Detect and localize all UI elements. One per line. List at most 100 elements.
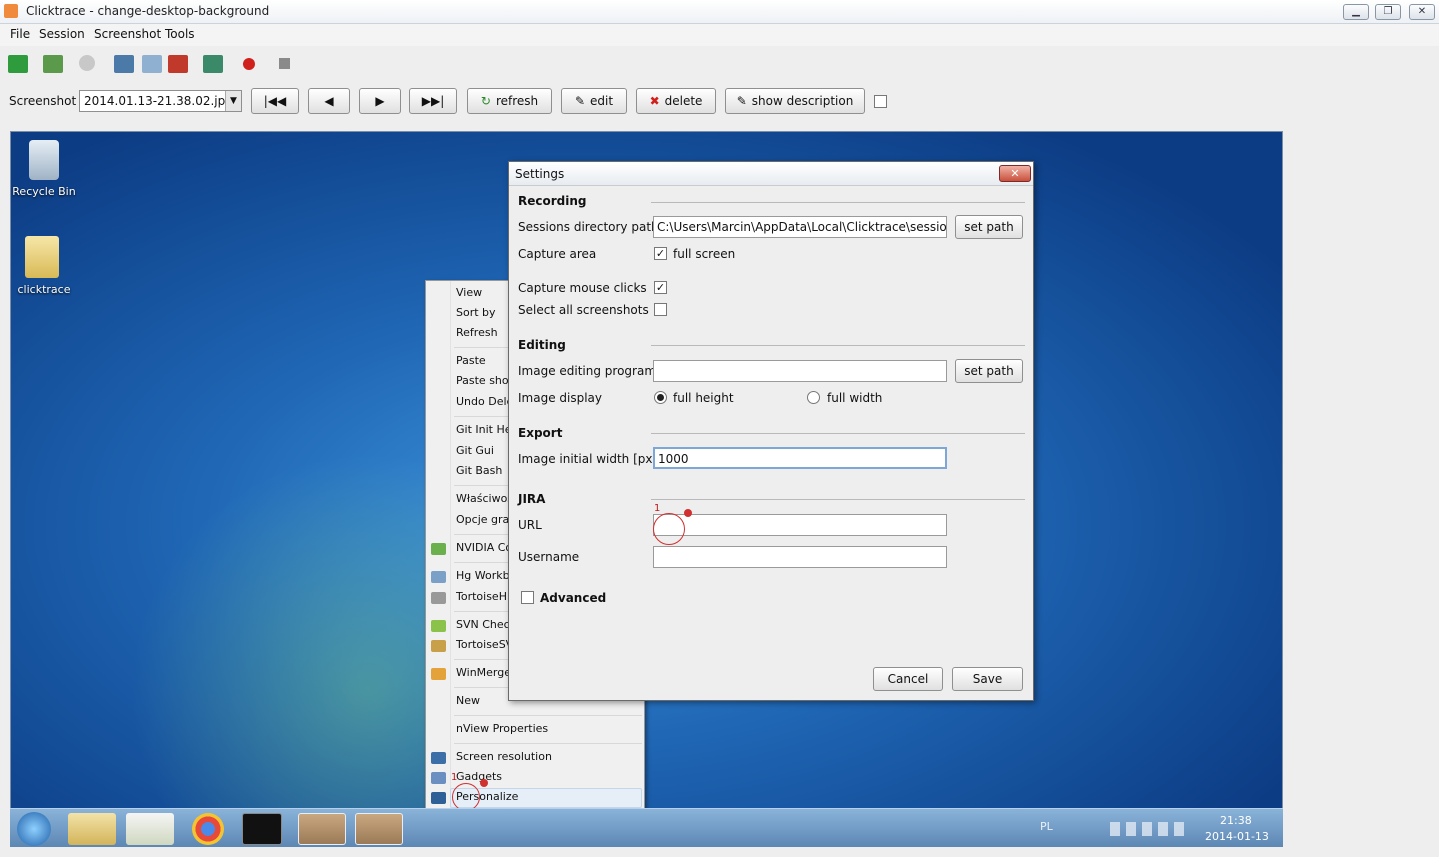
- menu-item[interactable]: Undo Dele: [456, 395, 508, 408]
- search-icon[interactable]: [79, 55, 95, 71]
- menu-item[interactable]: TortoiseSV: [456, 638, 508, 651]
- prev-icon: ◀: [324, 94, 334, 108]
- tortoisesvn-icon: [431, 640, 446, 652]
- menu-item[interactable]: Paste shor: [456, 374, 508, 387]
- mouse-cursor-icon: [480, 779, 488, 787]
- advanced-checkbox[interactable]: [521, 591, 534, 604]
- recycle-bin-label: Recycle Bin: [12, 185, 76, 198]
- menu-item[interactable]: Opcje graf: [456, 513, 508, 526]
- image-program-field[interactable]: [653, 360, 947, 382]
- cancel-button[interactable]: Cancel: [873, 667, 943, 691]
- full-screen-label: full screen: [673, 247, 736, 261]
- sessions-set-path-button[interactable]: set path: [955, 215, 1023, 239]
- stop-icon[interactable]: [279, 58, 290, 69]
- capture-clicks-checkbox[interactable]: ✓: [654, 281, 667, 294]
- app-taskbar-icon: [355, 813, 403, 845]
- full-screen-checkbox[interactable]: ✓: [654, 247, 667, 260]
- screenshot-select[interactable]: 2014.01.13-21.38.02.jpg ▼: [79, 90, 242, 112]
- image-width-field[interactable]: 1000: [653, 447, 947, 469]
- close-button[interactable]: ✕: [1409, 4, 1435, 20]
- tray-date: 2014-01-13: [1205, 830, 1269, 843]
- menu-item[interactable]: Gadgets: [456, 770, 576, 783]
- chevron-down-icon[interactable]: ▼: [225, 91, 241, 111]
- refresh-icon: ↻: [480, 94, 491, 108]
- description-icon: ✎: [736, 94, 747, 108]
- menu-item[interactable]: WinMerge: [456, 666, 508, 679]
- select-all-checkbox[interactable]: [654, 303, 667, 316]
- menu-session[interactable]: Session: [39, 27, 85, 41]
- last-button[interactable]: ▶▶|: [409, 88, 457, 114]
- export-icon[interactable]: [203, 55, 223, 73]
- window-titlebar: Clicktrace - change-desktop-background ▁…: [0, 0, 1439, 24]
- menu-item[interactable]: Hg Workb: [456, 569, 508, 582]
- jira-username-label: Username: [518, 550, 580, 564]
- click-marker-circle: [653, 513, 685, 545]
- menu-item[interactable]: View: [456, 286, 508, 299]
- save-button[interactable]: Save: [952, 667, 1023, 691]
- section-divider: [651, 345, 1025, 346]
- export-heading: Export: [518, 426, 563, 440]
- full-width-radio[interactable]: [807, 391, 820, 404]
- new-session-icon[interactable]: [8, 55, 28, 73]
- dialog-close-button[interactable]: ✕: [999, 165, 1031, 182]
- menu-item[interactable]: Refresh: [456, 326, 508, 339]
- show-description-label: show description: [751, 94, 854, 108]
- menu-file[interactable]: File: [10, 27, 30, 41]
- record-icon[interactable]: [243, 58, 255, 70]
- menu-item[interactable]: nView Properties: [456, 722, 576, 735]
- section-divider: [651, 202, 1025, 203]
- menu-item[interactable]: Paste: [456, 354, 508, 367]
- menu-item[interactable]: Git Init He: [456, 423, 508, 436]
- menu-item[interactable]: Właściwoś: [456, 492, 508, 505]
- menu-item[interactable]: Screen resolution: [456, 750, 576, 763]
- hg-workbench-icon: [431, 571, 446, 583]
- menu-item[interactable]: NVIDIA Co: [456, 541, 508, 554]
- delete-label: delete: [664, 94, 703, 108]
- sessions-path-field[interactable]: C:\Users\Marcin\AppData\Local\Clicktrace…: [653, 216, 947, 238]
- image-width-label: Image initial width [px]: [518, 452, 658, 466]
- delete-session-icon[interactable]: [168, 55, 188, 73]
- screen-resolution-icon: [431, 752, 446, 764]
- show-description-button[interactable]: ✎ show description: [725, 88, 865, 114]
- rename-icon[interactable]: [142, 55, 162, 73]
- delete-button[interactable]: ✖ delete: [636, 88, 716, 114]
- program-set-path-button[interactable]: set path: [955, 359, 1023, 383]
- language-indicator: PL: [1040, 820, 1053, 833]
- next-button[interactable]: ▶: [359, 88, 401, 114]
- full-height-label: full height: [673, 391, 734, 405]
- first-button[interactable]: |◀◀: [251, 88, 299, 114]
- menu-item[interactable]: New: [456, 694, 508, 707]
- menu-item[interactable]: SVN Check: [456, 618, 508, 631]
- menu-item[interactable]: Git Gui: [456, 444, 508, 457]
- minimize-button[interactable]: ▁: [1343, 4, 1369, 20]
- set-path-label: set path: [964, 364, 1014, 378]
- jira-url-field[interactable]: [653, 514, 947, 536]
- console-taskbar-icon: [242, 813, 282, 845]
- explorer-taskbar-icon: [68, 813, 116, 845]
- menu-item[interactable]: Sort by: [456, 306, 508, 319]
- menu-tools[interactable]: Tools: [165, 27, 195, 41]
- menu-item[interactable]: Git Bash: [456, 464, 508, 477]
- edit-button[interactable]: ✎ edit: [561, 88, 627, 114]
- menubar: File Session Screenshot Tools: [0, 24, 1439, 46]
- prev-button[interactable]: ◀: [308, 88, 350, 114]
- first-icon: |◀◀: [263, 94, 287, 108]
- radio-dot: [657, 394, 664, 401]
- jira-heading: JIRA: [518, 492, 546, 506]
- menu-item[interactable]: TortoiseH: [456, 590, 508, 603]
- menu-screenshot[interactable]: Screenshot: [94, 27, 161, 41]
- next-icon: ▶: [375, 94, 385, 108]
- edit-icon: ✎: [574, 94, 585, 108]
- tray-icons: [1110, 822, 1185, 836]
- settings-icon[interactable]: [114, 55, 134, 73]
- open-session-icon[interactable]: [43, 55, 63, 73]
- full-height-radio[interactable]: [654, 391, 667, 404]
- mouse-cursor-icon: [684, 509, 692, 517]
- edit-label: edit: [590, 94, 614, 108]
- personalize-icon: [431, 792, 446, 804]
- description-checkbox[interactable]: [874, 95, 887, 108]
- restore-button[interactable]: ❐: [1375, 4, 1401, 20]
- jira-url-label: URL: [518, 518, 542, 532]
- refresh-button[interactable]: ↻ refresh: [467, 88, 552, 114]
- jira-username-field[interactable]: [653, 546, 947, 568]
